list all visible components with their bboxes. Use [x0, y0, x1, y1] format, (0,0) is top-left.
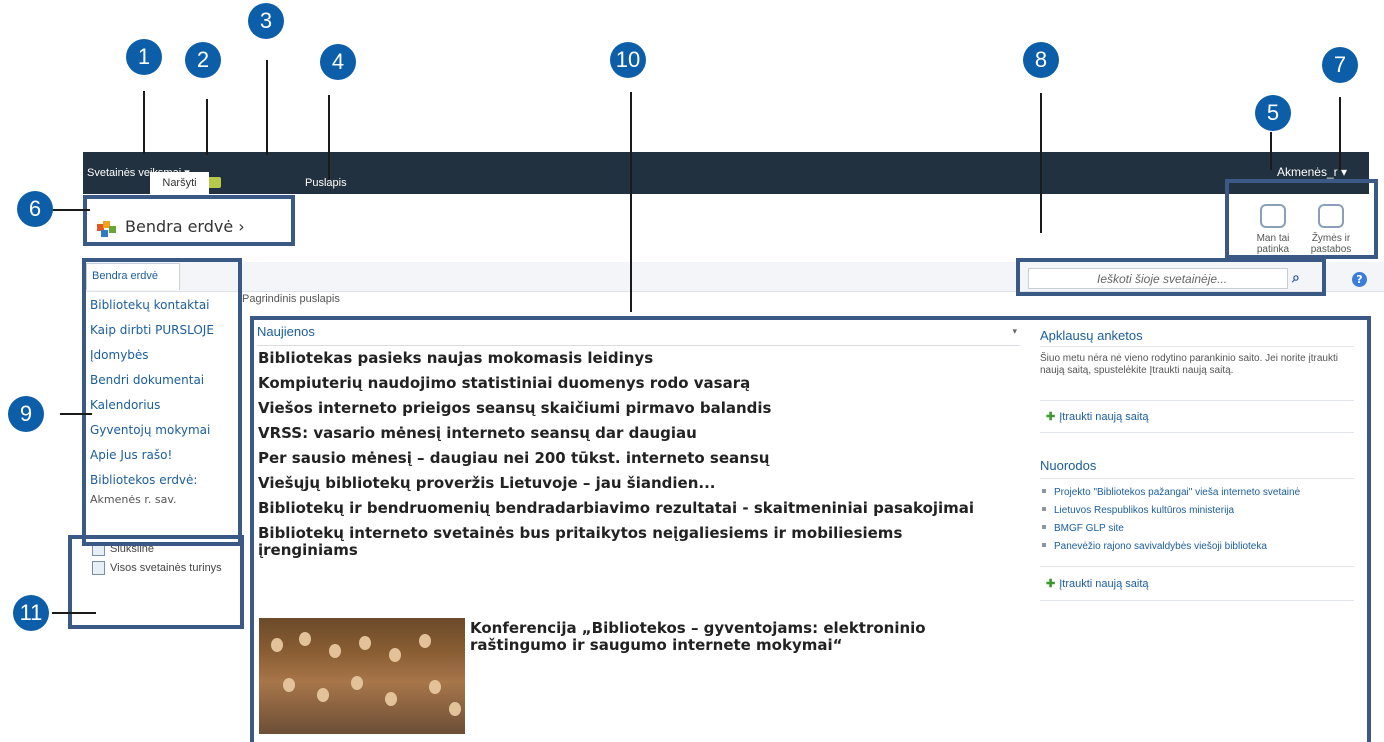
leader-line — [1040, 93, 1042, 233]
callout-badge: 7 — [1322, 47, 1358, 83]
leader-line — [60, 413, 92, 415]
utility-frame — [68, 535, 244, 629]
callout-badge: 11 — [13, 595, 49, 631]
ribbon-bar: Svetainės veiksmai ▾ Puslapis Akmenės_r … — [83, 152, 1369, 194]
callout-badge: 4 — [320, 44, 356, 80]
leader-line — [206, 99, 208, 155]
user-menu[interactable]: Akmenės_r ▾ — [1277, 165, 1347, 179]
callout-badge: 2 — [185, 42, 221, 78]
callout-badge: 6 — [17, 191, 53, 227]
leader-line — [1270, 132, 1272, 170]
site-title-frame — [83, 195, 295, 246]
breadcrumb[interactable]: Pagrindinis puslapis — [242, 293, 340, 305]
callout-badge: 9 — [8, 396, 44, 432]
callout-badge: 8 — [1023, 42, 1059, 78]
callout-badge: 3 — [248, 3, 284, 39]
help-icon[interactable]: ? — [1352, 272, 1367, 287]
search-frame — [1016, 258, 1326, 296]
leader-line — [266, 60, 268, 155]
callout-badge: 5 — [1255, 95, 1291, 131]
tab-browse[interactable]: Naršyti — [150, 172, 209, 194]
callout-badge: 1 — [126, 39, 162, 75]
tab-page[interactable]: Puslapis — [305, 177, 347, 189]
leader-line — [630, 92, 632, 312]
leader-line — [52, 209, 90, 211]
social-frame — [1225, 179, 1378, 259]
navigate-up-icon[interactable] — [207, 177, 221, 188]
content-frame — [250, 316, 1371, 742]
leader-line — [1339, 97, 1341, 170]
callout-badge: 10 — [610, 42, 646, 78]
leader-line — [328, 95, 330, 180]
leader-line — [143, 91, 145, 154]
quick-launch-frame — [82, 258, 242, 546]
leader-line — [52, 612, 96, 614]
screenshot-stage: Svetainės veiksmai ▾ Puslapis Akmenės_r … — [0, 0, 1384, 742]
